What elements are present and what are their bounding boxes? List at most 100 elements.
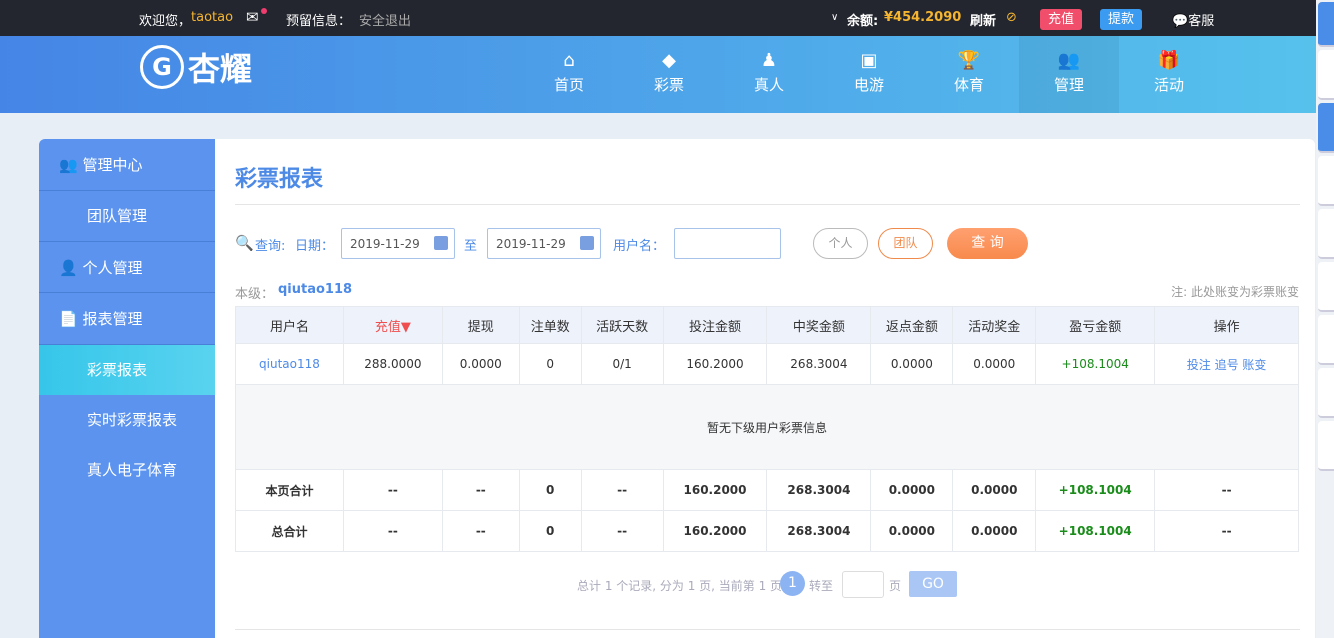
col-bet-amount: 投注金额 bbox=[662, 306, 768, 344]
sidebar-item-team[interactable]: 团队管理 bbox=[39, 191, 215, 241]
withdraw-button[interactable]: 提款 bbox=[1100, 9, 1143, 30]
nav-slots[interactable]: ▣ 电游 bbox=[819, 36, 919, 113]
float-item[interactable] bbox=[1318, 421, 1334, 471]
cell: +108.1004 bbox=[1035, 469, 1156, 511]
logout-link[interactable]: 安全退出 bbox=[359, 10, 411, 29]
float-item[interactable] bbox=[1318, 262, 1334, 312]
float-item[interactable] bbox=[1318, 2, 1334, 47]
ledger-link[interactable]: 账变 bbox=[1242, 358, 1266, 372]
query-label: 查询: bbox=[255, 239, 286, 254]
balance-value: ¥454.2090 bbox=[884, 10, 962, 25]
page-input[interactable] bbox=[842, 571, 884, 598]
cell: 0.0000 bbox=[870, 469, 954, 511]
sidebar-item-lottery-report[interactable]: 彩票报表 bbox=[39, 345, 215, 395]
sidebar-item-realtime-report[interactable]: 实时彩票报表 bbox=[39, 395, 215, 445]
username-input[interactable] bbox=[674, 228, 781, 259]
nav-live[interactable]: ♟ 真人 bbox=[719, 36, 819, 113]
users-icon: 👥 bbox=[59, 156, 83, 174]
nav-home[interactable]: ⌂ 首页 bbox=[519, 36, 619, 113]
cell: 268.3004 bbox=[766, 343, 872, 385]
nav-sports[interactable]: 🏆 体育 bbox=[919, 36, 1019, 113]
level-user[interactable]: qiutao118 bbox=[278, 282, 352, 297]
cell: 0 bbox=[518, 510, 582, 552]
service-button[interactable]: 💬客服 bbox=[1172, 10, 1214, 29]
home-icon: ⌂ bbox=[563, 50, 575, 71]
divider bbox=[235, 629, 1300, 630]
chase-link[interactable]: 追号 bbox=[1215, 358, 1239, 372]
cell: -- bbox=[1154, 469, 1299, 511]
lottery-icon: ◆ bbox=[662, 50, 676, 71]
col-withdraw: 提现 bbox=[441, 306, 520, 344]
page-total-row: 本页合计 -- -- 0 -- 160.2000 268.3004 0.0000 0.0000 +… bbox=[235, 469, 1299, 511]
divider bbox=[235, 204, 1300, 205]
sidebar-group-personal[interactable]: 👤 个人管理 bbox=[39, 241, 215, 293]
col-deposit-sort[interactable]: 充值▼ bbox=[342, 306, 443, 344]
cell: +108.1004 bbox=[1035, 510, 1156, 552]
float-item[interactable] bbox=[1318, 315, 1334, 365]
col-profit: 盈亏金额 bbox=[1035, 306, 1156, 344]
logo-icon: G bbox=[140, 45, 184, 89]
float-item[interactable] bbox=[1318, 368, 1334, 418]
float-item[interactable] bbox=[1318, 103, 1334, 153]
gift-icon: 🎁 bbox=[1157, 50, 1181, 71]
deposit-button[interactable]: 充值 bbox=[1040, 9, 1083, 30]
cell: 0.0000 bbox=[870, 510, 954, 552]
float-item[interactable] bbox=[1318, 50, 1334, 100]
col-active-days: 活跃天数 bbox=[580, 306, 664, 344]
col-win-amount: 中奖金额 bbox=[766, 306, 872, 344]
float-item[interactable] bbox=[1318, 156, 1334, 206]
cell-username[interactable]: qiutao118 bbox=[235, 343, 344, 385]
cell: 本页合计 bbox=[235, 469, 344, 511]
live-icon: ♟ bbox=[760, 50, 778, 71]
mail-icon[interactable]: ✉ bbox=[246, 8, 267, 26]
notice-label: 预留信息： bbox=[286, 14, 352, 29]
cell: 160.2000 bbox=[662, 510, 768, 552]
cell: 0 bbox=[518, 343, 582, 385]
cell: -- bbox=[580, 510, 664, 552]
level-label: 本级： bbox=[235, 287, 275, 302]
username-label: 用户名： bbox=[613, 239, 666, 254]
logo[interactable]: G 杏耀 bbox=[140, 44, 252, 90]
pager-summary: 总计 1 个记录, 分为 1 页, 当前第 1 页 bbox=[577, 579, 783, 593]
personal-button[interactable]: 个人 bbox=[813, 228, 868, 259]
cell: 0 bbox=[518, 469, 582, 511]
page-1-button[interactable]: 1 bbox=[780, 571, 805, 596]
chevron-down-icon[interactable]: ∨ bbox=[831, 12, 838, 23]
table-header: 用户名 充值▼ 提现 注单数 活跃天数 投注金额 中奖金额 返点金额 活动奖金 … bbox=[235, 306, 1299, 344]
empty-message: 暂无下级用户彩票信息 bbox=[235, 384, 1299, 470]
hide-icon[interactable]: ⊘ bbox=[1006, 10, 1017, 25]
chat-icon: 💬 bbox=[1172, 14, 1189, 29]
bet-link[interactable]: 投注 bbox=[1187, 358, 1211, 372]
goto-label: 转至 bbox=[809, 579, 834, 593]
nav-manage[interactable]: 👥 管理 bbox=[1019, 36, 1119, 113]
sidebar-item-live-sports[interactable]: 真人电子体育 bbox=[39, 445, 215, 495]
page-unit: 页 bbox=[889, 579, 902, 593]
cell: 0.0000 bbox=[952, 510, 1037, 552]
top-bar: 欢迎您， taotao ✉ 预留信息： 安全退出 ∨ 余额: ¥454.2090… bbox=[0, 0, 1316, 36]
float-item[interactable] bbox=[1318, 209, 1334, 259]
team-button[interactable]: 团队 bbox=[878, 228, 933, 259]
sidebar-group-manage-center[interactable]: 👥 管理中心 bbox=[39, 139, 215, 191]
nav-lottery[interactable]: ◆ 彩票 bbox=[619, 36, 719, 113]
cell: -- bbox=[342, 469, 443, 511]
sidebar-group-reports[interactable]: 📄 报表管理 bbox=[39, 293, 215, 345]
date-from-input[interactable]: 2019-11-29 bbox=[341, 228, 455, 259]
username: taotao bbox=[191, 10, 234, 25]
balance-label: 余额: bbox=[847, 14, 879, 29]
cell: 0.0000 bbox=[870, 343, 954, 385]
calendar-icon[interactable] bbox=[580, 236, 594, 250]
cell: 0.0000 bbox=[441, 343, 520, 385]
empty-row: 暂无下级用户彩票信息 bbox=[235, 384, 1299, 470]
to-label: 至 bbox=[464, 239, 478, 254]
refresh-button[interactable]: 刷新 bbox=[970, 10, 996, 29]
content-panel: 彩票报表 🔍 查询: 日期： 2019-11-29 至 2019-11-29 用… bbox=[215, 139, 1315, 638]
search-button[interactable]: 查 询 bbox=[947, 228, 1028, 259]
col-bonus: 活动奖金 bbox=[952, 306, 1037, 344]
calendar-icon[interactable] bbox=[434, 236, 448, 250]
search-icon: 🔍 bbox=[235, 234, 254, 252]
date-to-input[interactable]: 2019-11-29 bbox=[487, 228, 601, 259]
cell: 160.2000 bbox=[662, 343, 768, 385]
main-nav: G 杏耀 ⌂ 首页 ◆ 彩票 ♟ 真人 ▣ 电游 🏆 体育 👥 管理 🎁 活动 bbox=[0, 36, 1316, 113]
go-button[interactable]: GO bbox=[909, 571, 957, 597]
nav-activity[interactable]: 🎁 活动 bbox=[1119, 36, 1219, 113]
